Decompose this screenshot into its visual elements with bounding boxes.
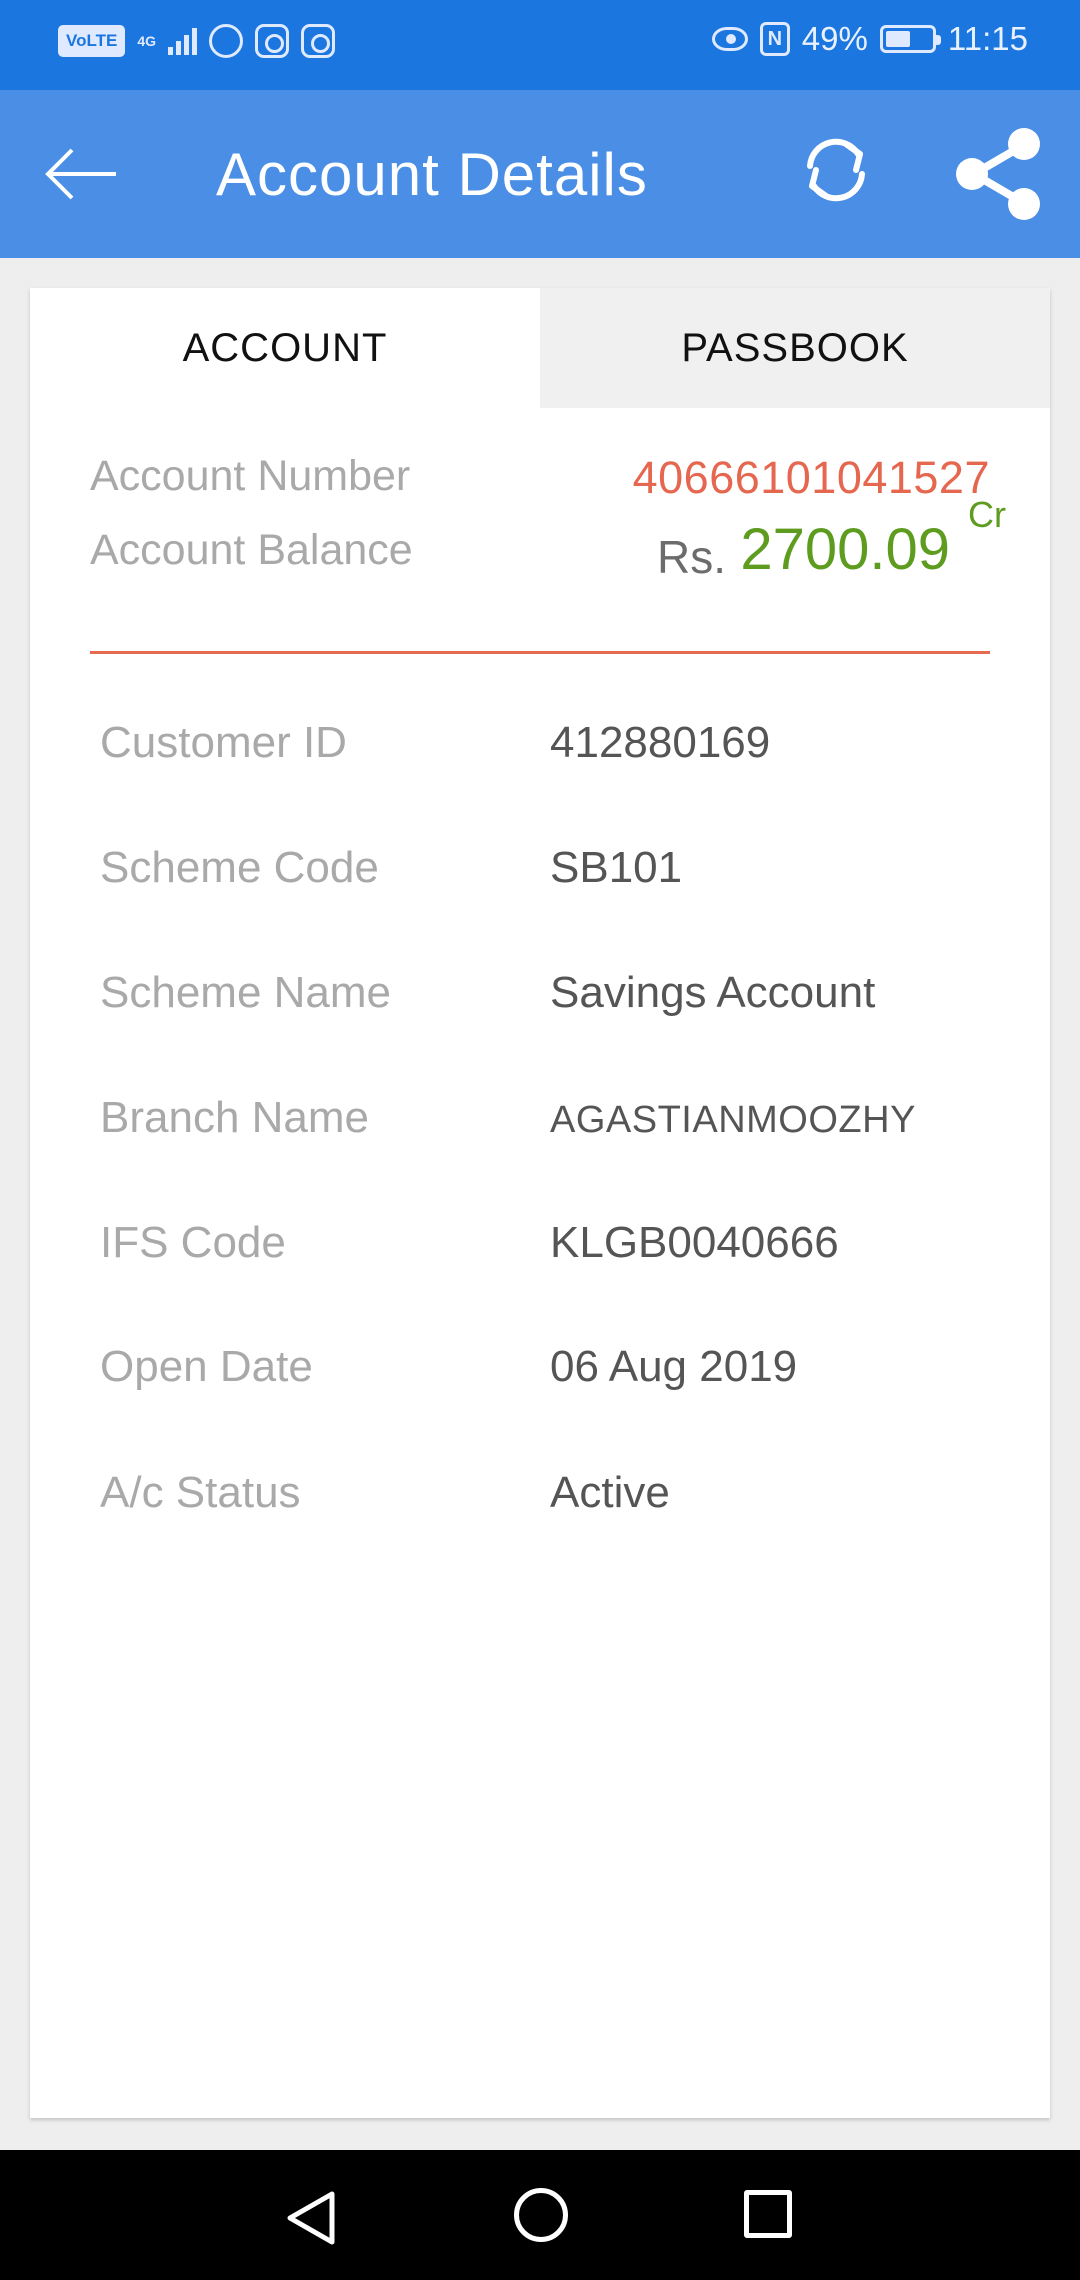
back-button[interactable] xyxy=(40,134,120,214)
detail-row-scheme-name: Scheme Name Savings Account xyxy=(100,958,1000,1038)
arrow-left-icon xyxy=(45,148,116,200)
detail-value: AGASTIANMOOZHY xyxy=(550,1099,916,1141)
account-number-label: Account Number xyxy=(90,452,411,500)
detail-value: Savings Account xyxy=(550,968,876,1017)
detail-value: KLGB0040666 xyxy=(550,1218,839,1267)
nav-recents-button[interactable] xyxy=(744,2190,792,2238)
detail-label: Open Date xyxy=(100,1342,313,1391)
network-type-label: 4G xyxy=(137,33,156,49)
status-bar-right: N 49% 11:15 xyxy=(711,20,1028,58)
battery-icon xyxy=(879,25,941,53)
nav-home-button[interactable] xyxy=(514,2188,568,2242)
eye-comfort-icon xyxy=(711,27,748,51)
whatsapp-icon xyxy=(209,24,243,58)
app-bar: Account Details xyxy=(0,90,1080,258)
currency-label: Rs. xyxy=(657,531,726,583)
share-icon xyxy=(956,128,1040,220)
detail-value: 06 Aug 2019 xyxy=(550,1342,798,1391)
instagram-icon xyxy=(255,24,289,58)
detail-row-branch-name: Branch Name AGASTIANMOOZHY xyxy=(100,1083,1000,1163)
detail-row-ifs-code: IFS Code KLGB0040666 xyxy=(100,1208,1000,1288)
refresh-icon xyxy=(807,138,865,202)
detail-label: IFS Code xyxy=(100,1218,286,1267)
detail-label: Scheme Code xyxy=(100,843,379,892)
battery-percent: 49% xyxy=(801,20,868,57)
detail-label: Customer ID xyxy=(100,718,347,767)
detail-label: Scheme Name xyxy=(100,968,392,1017)
detail-row-scheme-code: Scheme Code SB101 xyxy=(100,833,1000,913)
nfc-icon: N xyxy=(759,22,790,56)
triangle-back-icon xyxy=(287,2191,335,2245)
tab-account[interactable]: ACCOUNT xyxy=(30,288,540,408)
detail-row-customer-id: Customer ID 412880169 xyxy=(100,708,1000,788)
share-button[interactable] xyxy=(950,126,1046,222)
volte-icon: VoLTE xyxy=(58,25,126,57)
instagram-icon xyxy=(301,24,335,58)
account-card: ACCOUNT PASSBOOK Account Number 40666101… xyxy=(30,288,1050,2118)
balance-type-badge: Cr xyxy=(968,494,1006,535)
status-bar: VoLTE 4G N 49% 11:15 xyxy=(0,0,1080,90)
detail-row-ac-status: A/c Status Active xyxy=(100,1458,1000,1538)
system-nav-bar xyxy=(0,2150,1080,2280)
signal-icon xyxy=(168,27,197,55)
account-number-value: 40666101041527 xyxy=(632,452,990,503)
page-title: Account Details xyxy=(216,141,648,208)
nav-back-button[interactable] xyxy=(282,2188,342,2248)
detail-row-open-date: Open Date 06 Aug 2019 xyxy=(100,1332,1000,1412)
detail-value: Active xyxy=(550,1468,670,1517)
account-summary: Account Number 40666101041527 Account Ba… xyxy=(90,418,1006,654)
status-bar-left: VoLTE 4G xyxy=(58,24,335,58)
account-number-row: Account Number 40666101041527 xyxy=(90,452,990,522)
refresh-button[interactable] xyxy=(796,130,876,210)
detail-value: SB101 xyxy=(550,843,683,892)
account-balance-label: Account Balance xyxy=(90,526,413,574)
detail-label: A/c Status xyxy=(100,1468,301,1517)
detail-value: 412880169 xyxy=(550,718,771,767)
detail-label: Branch Name xyxy=(100,1093,370,1142)
tab-passbook[interactable]: PASSBOOK xyxy=(540,288,1050,408)
clock: 11:15 xyxy=(947,20,1028,57)
tab-bar: ACCOUNT PASSBOOK xyxy=(30,288,1050,408)
account-balance-row: Account Balance Rs. 2700.09 Cr xyxy=(90,494,1006,586)
balance-value: 2700.09 xyxy=(740,517,950,582)
